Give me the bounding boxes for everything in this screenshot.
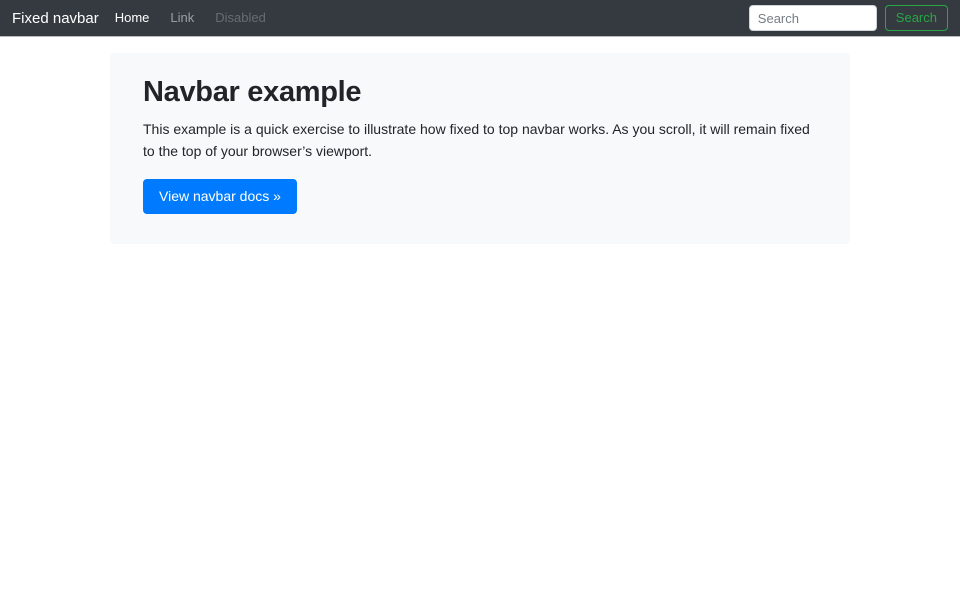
search-button[interactable]: Search	[885, 5, 948, 31]
jumbotron: Navbar example This example is a quick e…	[110, 53, 850, 244]
page-title: Navbar example	[143, 76, 817, 109]
navbar-brand[interactable]: Fixed navbar	[12, 10, 99, 27]
top-navbar: Fixed navbar Home Link Disabled Search	[0, 0, 960, 37]
container: Navbar example This example is a quick e…	[110, 53, 850, 244]
nav-link-home[interactable]: Home	[115, 4, 150, 31]
search-input[interactable]	[749, 5, 877, 31]
view-navbar-docs-button[interactable]: View navbar docs »	[143, 179, 297, 214]
nav-link-link[interactable]: Link	[170, 4, 194, 31]
navbar-nav: Home Link Disabled	[115, 9, 749, 27]
jumbotron-description: This example is a quick exercise to illu…	[143, 118, 817, 162]
search-form: Search	[749, 5, 948, 31]
nav-link-disabled: Disabled	[215, 4, 266, 31]
